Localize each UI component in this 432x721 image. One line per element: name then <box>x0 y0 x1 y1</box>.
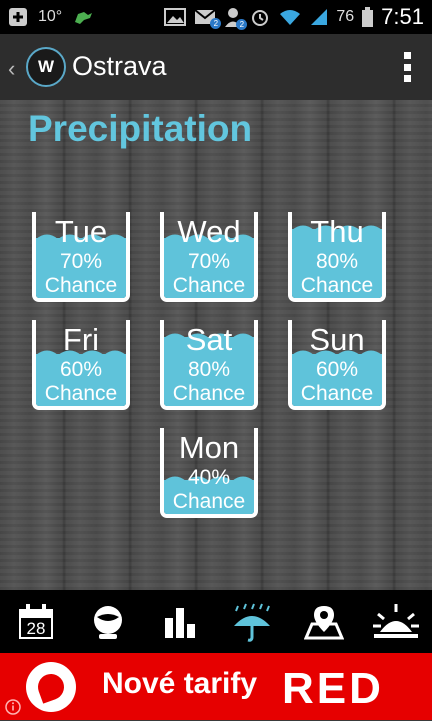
percent-value: 80% <box>187 358 231 381</box>
temperature-status: 10° <box>38 8 63 25</box>
day-card-fri[interactable]: Fri 60% Chance <box>32 320 130 410</box>
day-label: Thu <box>310 214 364 249</box>
day-label: Sun <box>309 322 365 357</box>
percent-value: 60% <box>315 358 359 381</box>
nav-map[interactable] <box>294 592 354 652</box>
gmail-badge: 2 <box>210 18 222 29</box>
nav-sunrise[interactable] <box>366 592 426 652</box>
vodafone-logo-icon <box>26 662 76 712</box>
chance-label: Chance <box>172 274 246 297</box>
bottom-navigation: 28 <box>0 590 432 653</box>
image-icon <box>164 8 187 26</box>
chance-label: Chance <box>172 382 246 405</box>
map-icon <box>304 605 344 639</box>
day-card-mon[interactable]: Mon 40% Chance <box>160 428 258 518</box>
ad-brand: RED <box>282 664 384 713</box>
umbrella-icon <box>234 603 270 642</box>
back-chevron-icon[interactable]: ‹ <box>8 56 15 82</box>
chance-label: Chance <box>44 274 118 297</box>
calendar-day: 28 <box>27 619 46 638</box>
day-card-sat[interactable]: Sat 80% Chance <box>160 320 258 410</box>
add-icon <box>8 7 28 27</box>
percent-value: 70% <box>187 250 231 273</box>
percent-value: 60% <box>59 358 103 381</box>
ad-info-icon[interactable] <box>4 698 22 721</box>
battery-percent: 76 <box>336 8 355 25</box>
action-bar: ‹ W Ostrava <box>0 34 432 100</box>
android-icon <box>72 8 94 26</box>
nav-precipitation[interactable] <box>222 592 282 652</box>
person-badge: 2 <box>236 19 248 30</box>
overflow-menu-icon[interactable] <box>404 52 412 82</box>
calendar-icon: 28 <box>19 603 53 639</box>
status-bar: 10° 2 2 76 7:51 <box>0 0 432 34</box>
chance-label: Chance <box>172 490 246 513</box>
day-label: Mon <box>178 430 240 465</box>
app-logo[interactable]: W <box>26 47 66 87</box>
chance-label: Chance <box>44 382 118 405</box>
alarm-icon <box>250 7 270 27</box>
percent-value: 70% <box>59 250 103 273</box>
day-card-wed[interactable]: Wed 70% Chance <box>160 212 258 302</box>
day-label: Fri <box>62 322 100 357</box>
sunrise-icon <box>373 603 419 638</box>
person-icon: 2 <box>224 7 248 30</box>
nav-charts[interactable] <box>150 592 210 652</box>
gmail-icon: 2 <box>194 8 222 29</box>
day-card-thu[interactable]: Thu 80% Chance <box>288 212 386 302</box>
nav-forecast[interactable] <box>78 592 138 652</box>
battery-icon <box>362 7 374 27</box>
day-label: Wed <box>177 214 241 249</box>
percent-value: 80% <box>315 250 359 273</box>
wifi-icon <box>278 8 302 26</box>
app-logo-letter: W <box>37 57 55 76</box>
clock: 7:51 <box>381 4 424 29</box>
location-title[interactable]: Ostrava <box>72 51 167 82</box>
day-label: Sat <box>185 322 233 357</box>
signal-icon <box>310 8 328 26</box>
day-card-sun[interactable]: Sun 60% Chance <box>288 320 386 410</box>
ad-banner[interactable]: Nové tarify RED <box>0 653 432 720</box>
forecast-globe-icon <box>94 605 122 639</box>
nav-calendar[interactable]: 28 <box>6 592 66 652</box>
chance-label: Chance <box>300 382 374 405</box>
chart-icon <box>165 607 195 638</box>
percent-value: 40% <box>187 466 231 489</box>
day-card-tue[interactable]: Tue 70% Chance <box>32 212 130 302</box>
ad-text: Nové tarify <box>102 667 258 700</box>
chance-label: Chance <box>300 274 374 297</box>
page-title: Precipitation <box>28 108 253 149</box>
day-label: Tue <box>54 214 108 249</box>
main-content: Precipitation Tue 70% Chance Wed 70% Cha… <box>0 100 432 590</box>
